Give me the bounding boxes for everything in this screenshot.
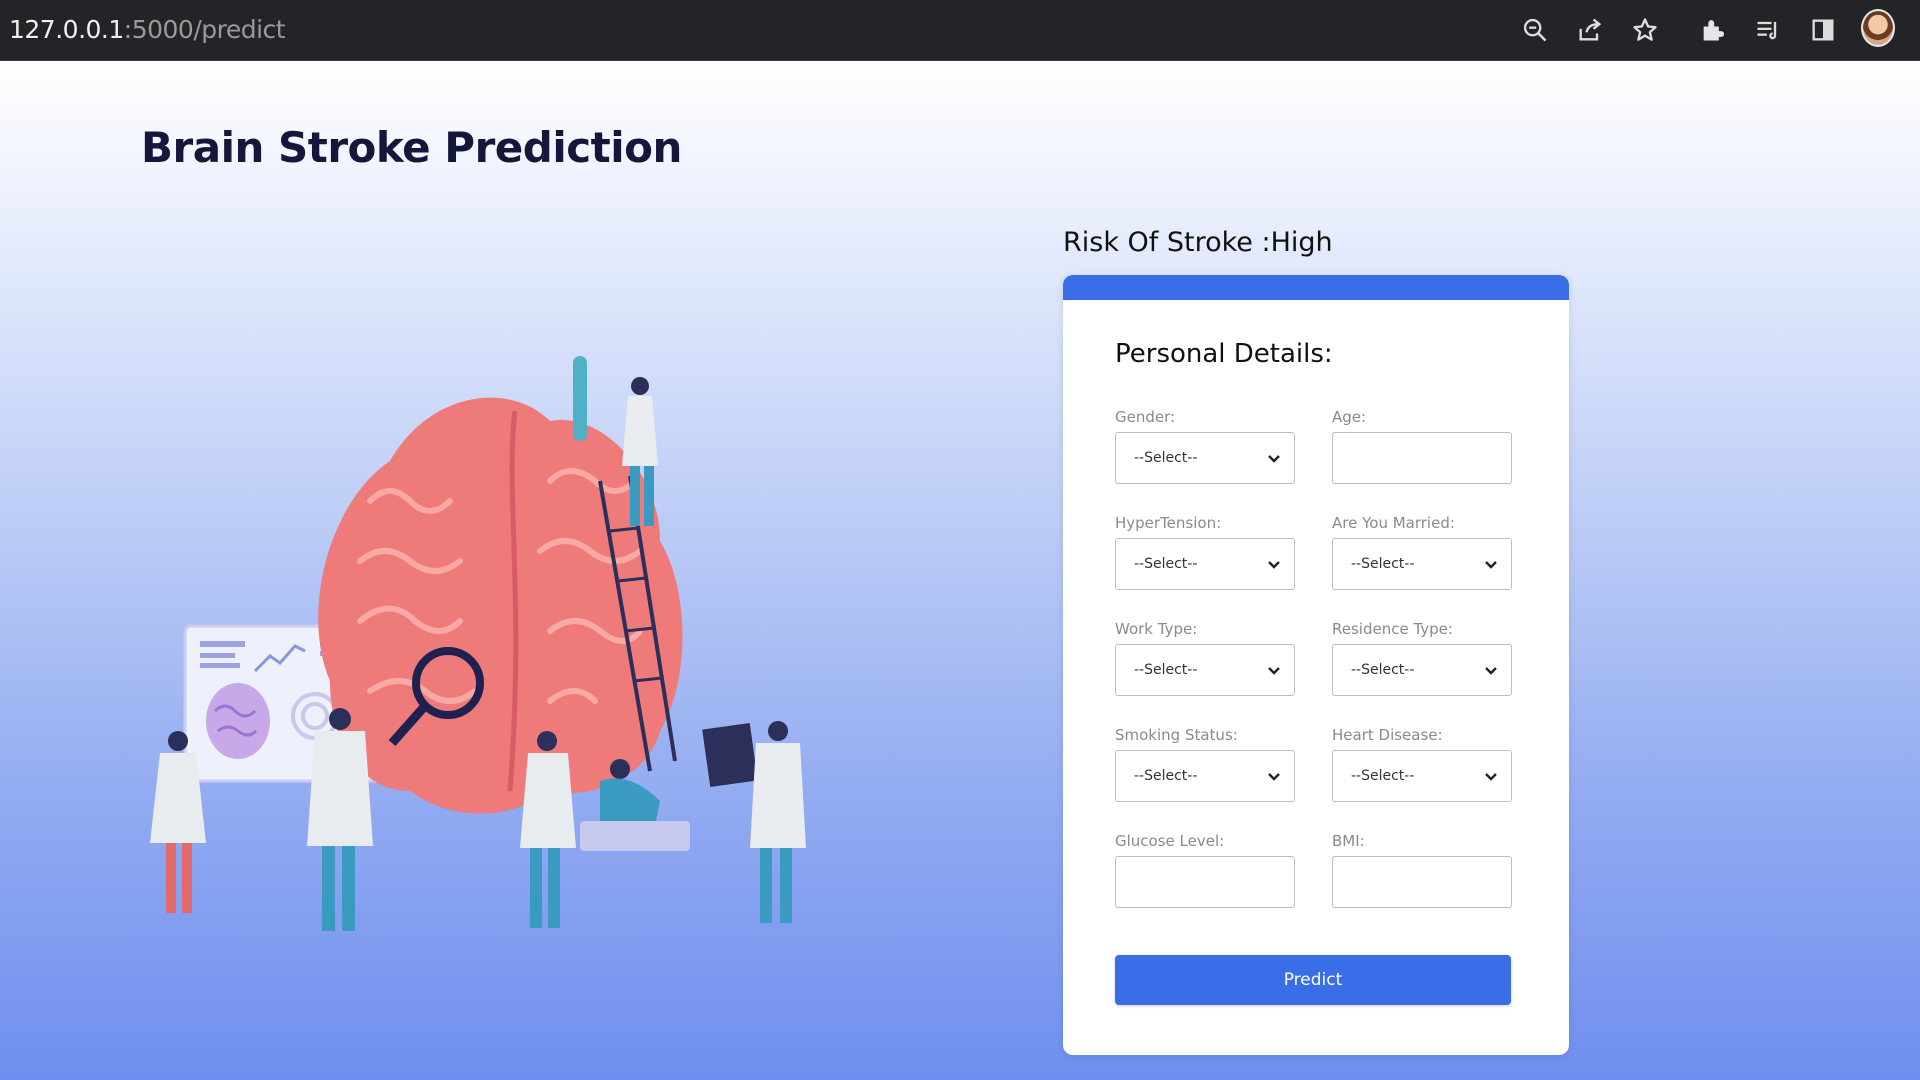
married-field: Are You Married: --Select-- [1332, 514, 1512, 590]
hypertension-select[interactable]: --Select-- [1115, 538, 1295, 590]
bmi-input[interactable] [1332, 856, 1512, 908]
glucose-level-input[interactable] [1115, 856, 1295, 908]
side-panel-icon[interactable] [1806, 13, 1840, 47]
brain-illustration [150, 356, 806, 931]
residence-type-select-value: --Select-- [1351, 662, 1415, 678]
glucose-level-field: Glucose Level: [1115, 832, 1295, 908]
age-field: Age: [1332, 408, 1512, 484]
risk-result: Risk Of Stroke :High [1063, 227, 1333, 258]
chevron-down-icon [1485, 667, 1497, 675]
hypertension-field: HyperTension: --Select-- [1115, 514, 1295, 590]
gender-field: Gender: --Select-- [1115, 408, 1295, 484]
work-type-select[interactable]: --Select-- [1115, 644, 1295, 696]
personal-details-form: Personal Details: Gender: --Select-- Age… [1063, 275, 1569, 1055]
smoking-status-field: Smoking Status: --Select-- [1115, 726, 1295, 802]
card-header-bar [1063, 275, 1569, 300]
chevron-down-icon [1485, 773, 1497, 781]
heart-disease-field: Heart Disease: --Select-- [1332, 726, 1512, 802]
married-label: Are You Married: [1332, 514, 1455, 532]
smoking-status-select[interactable]: --Select-- [1115, 750, 1295, 802]
gender-select-value: --Select-- [1134, 450, 1198, 466]
reading-list-icon[interactable] [1751, 13, 1785, 47]
hypertension-label: HyperTension: [1115, 514, 1222, 532]
bmi-field: BMI: [1332, 832, 1512, 908]
work-type-field: Work Type: --Select-- [1115, 620, 1295, 696]
smoking-status-select-value: --Select-- [1134, 768, 1198, 784]
address-bar[interactable]: 127.0.0.1:5000/predict [9, 14, 286, 46]
married-select[interactable]: --Select-- [1332, 538, 1512, 590]
share-icon[interactable] [1573, 13, 1607, 47]
smoking-status-label: Smoking Status: [1115, 726, 1238, 744]
age-label: Age: [1332, 408, 1367, 426]
profile-avatar[interactable] [1861, 9, 1895, 47]
predict-button[interactable]: Predict [1115, 955, 1511, 1005]
chevron-down-icon [1268, 455, 1280, 463]
chevron-down-icon [1268, 773, 1280, 781]
married-select-value: --Select-- [1351, 556, 1415, 572]
chevron-down-icon [1268, 667, 1280, 675]
glucose-level-label: Glucose Level: [1115, 832, 1225, 850]
age-input[interactable] [1332, 432, 1512, 484]
extensions-icon[interactable] [1696, 13, 1730, 47]
gender-label: Gender: [1115, 408, 1176, 426]
gender-select[interactable]: --Select-- [1115, 432, 1295, 484]
work-type-label: Work Type: [1115, 620, 1198, 638]
zoom-icon[interactable] [1518, 13, 1552, 47]
page-content: Brain Stroke Prediction Risk Of Stroke:… [0, 61, 1920, 1080]
work-type-select-value: --Select-- [1134, 662, 1198, 678]
chevron-down-icon [1268, 561, 1280, 569]
residence-type-field: Residence Type: --Select-- [1332, 620, 1512, 696]
residence-type-label: Residence Type: [1332, 620, 1453, 638]
browser-toolbar: 127.0.0.1:5000/predict [0, 0, 1920, 61]
url-path: :5000/predict [123, 15, 286, 44]
star-icon[interactable] [1628, 13, 1662, 47]
heart-disease-select-value: --Select-- [1351, 768, 1415, 784]
page-title: Brain Stroke Prediction [141, 123, 682, 172]
heart-disease-select[interactable]: --Select-- [1332, 750, 1512, 802]
bmi-label: BMI: [1332, 832, 1365, 850]
form-title: Personal Details: [1115, 339, 1333, 369]
hypertension-select-value: --Select-- [1134, 556, 1198, 572]
heart-disease-label: Heart Disease: [1332, 726, 1443, 744]
chevron-down-icon [1485, 561, 1497, 569]
residence-type-select[interactable]: --Select-- [1332, 644, 1512, 696]
url-host: 127.0.0.1 [9, 15, 124, 44]
